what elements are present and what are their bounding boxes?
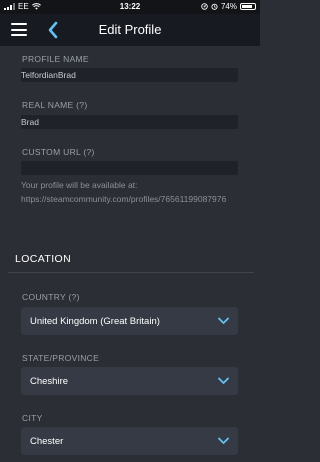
location-section-title: LOCATION <box>15 253 72 265</box>
page-title: Edit Profile <box>98 22 162 37</box>
edit-profile-form: PROFILE NAME TelfordianBrad REAL NAME (?… <box>0 46 260 462</box>
profile-name-label: PROFILE NAME <box>22 54 89 64</box>
custom-url-link: https://steamcommunity.com/profiles/7656… <box>21 194 227 204</box>
status-bar: EE 13:22 74% <box>0 0 260 14</box>
real-name-field[interactable]: Brad <box>21 115 238 129</box>
top-bar: Edit Profile <box>0 14 260 46</box>
profile-name-field[interactable]: TelfordianBrad <box>21 68 238 82</box>
section-divider <box>8 272 254 273</box>
chevron-down-icon <box>218 317 229 324</box>
country-select[interactable]: United Kingdom (Great Britain) <box>21 307 238 335</box>
state-select[interactable]: Cheshire <box>21 367 238 395</box>
battery-icon <box>240 3 256 10</box>
custom-url-hint: Your profile will be available at: <box>21 180 138 190</box>
profile-name-value: TelfordianBrad <box>21 70 76 80</box>
custom-url-field[interactable] <box>21 161 238 175</box>
battery-percent: 74% <box>220 2 237 11</box>
chevron-down-icon <box>218 437 229 444</box>
chevron-down-icon <box>218 377 229 384</box>
location-icon <box>201 3 208 10</box>
status-right: 74% <box>201 2 256 11</box>
city-value: Chester <box>30 436 64 447</box>
city-select[interactable]: Chester <box>21 427 238 455</box>
state-label: STATE/PROVINCE <box>22 353 100 363</box>
alarm-icon <box>211 3 218 10</box>
country-value: United Kingdom (Great Britain) <box>30 316 160 327</box>
state-value: Cheshire <box>30 376 69 387</box>
country-label: COUNTRY (?) <box>22 292 80 302</box>
real-name-label: REAL NAME (?) <box>22 100 88 110</box>
custom-url-label: CUSTOM URL (?) <box>22 147 95 157</box>
real-name-value: Brad <box>21 117 39 127</box>
city-label: CITY <box>22 413 43 423</box>
